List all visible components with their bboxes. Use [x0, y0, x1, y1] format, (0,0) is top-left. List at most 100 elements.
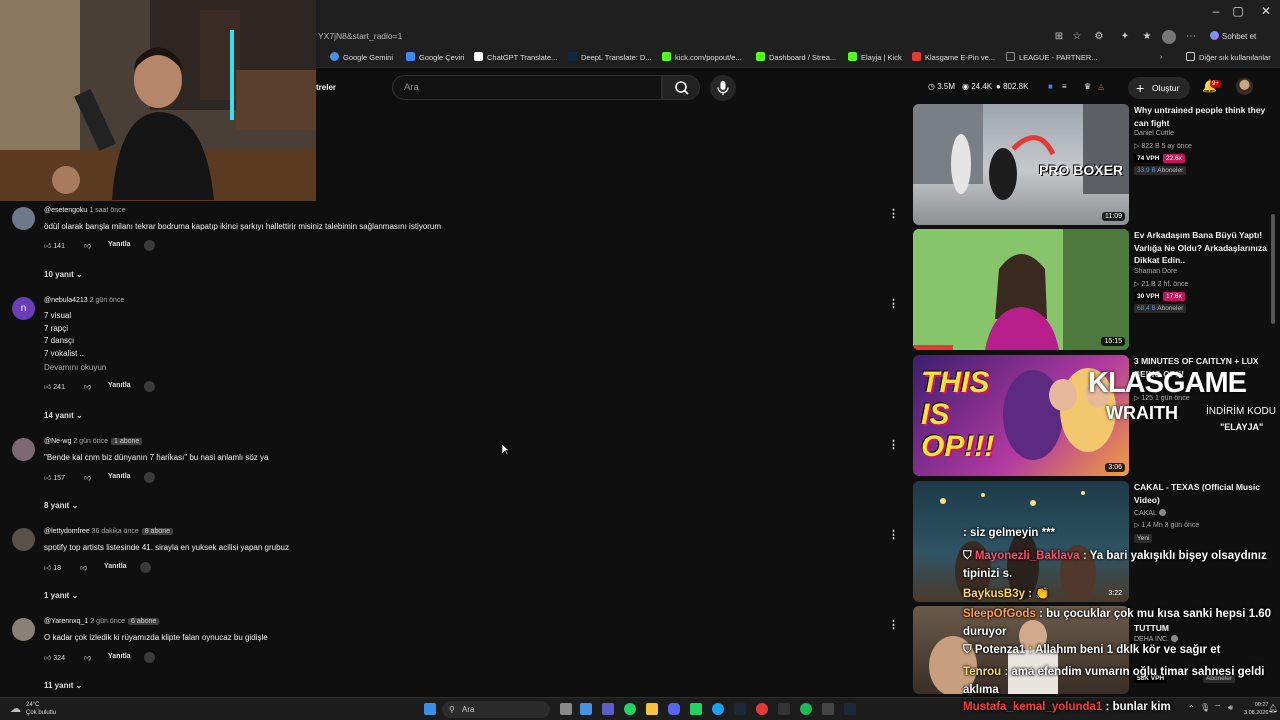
heart-icon[interactable] — [144, 381, 155, 392]
dislike-icon[interactable]: 👎︎ — [84, 473, 91, 482]
chat-button[interactable]: Sohbet et — [1204, 29, 1262, 45]
extension-icon[interactable]: ⚙ — [1092, 30, 1106, 44]
comment-author[interactable]: @Ne-wg — [44, 438, 71, 445]
heart-icon[interactable] — [144, 240, 155, 251]
minimize-icon[interactable]: – — [1206, 4, 1226, 18]
heart-icon[interactable] — [144, 652, 155, 663]
extension-icon[interactable]: ■ — [1048, 82, 1053, 91]
comment-time[interactable]: 2 gün önce — [90, 618, 125, 625]
reply-button[interactable]: Yanıtla — [108, 382, 131, 389]
reply-button[interactable]: Yanıtla — [108, 653, 131, 660]
discord-icon[interactable] — [668, 703, 680, 715]
video-title[interactable]: CAKAL - TEXAS (Official Music Video) — [1134, 481, 1274, 506]
reply-button[interactable]: Yanıtla — [108, 473, 131, 480]
comment-time[interactable]: 36 dakika önce — [92, 528, 139, 535]
other-bookmarks[interactable]: Diğer sık kullanılanlar — [1186, 52, 1271, 62]
mic-icon[interactable]: 🎙︎ — [1200, 703, 1210, 712]
spotify-icon[interactable] — [800, 703, 812, 715]
chevron-up-icon[interactable]: ⌃ — [1188, 704, 1195, 713]
dislike-icon[interactable]: 👎︎ — [84, 382, 91, 391]
voice-search-button[interactable] — [710, 75, 736, 101]
video-thumbnail[interactable]: PRO BOXER 11:09 — [913, 104, 1129, 225]
bookmark-item[interactable]: Google Çeviri — [406, 52, 464, 62]
alert-icon[interactable]: ◬ — [1098, 82, 1104, 91]
comment-time[interactable]: 2 gün önce — [90, 297, 125, 304]
bookmark-item[interactable]: DeepL Translate: D... — [568, 52, 652, 62]
channel-name[interactable]: CAKAL — [1134, 509, 1166, 517]
create-button[interactable]: + Oluştur — [1128, 77, 1190, 99]
more-options-icon[interactable]: ⋮ — [888, 297, 899, 310]
bookmark-item[interactable]: LEAGUE - PARTNER... — [1006, 52, 1098, 62]
app-icon[interactable] — [822, 703, 834, 715]
like-icon[interactable]: 👍︎ — [44, 565, 51, 572]
more-options-icon[interactable]: ⋮ — [888, 528, 899, 541]
list-icon[interactable]: ≡ — [1062, 82, 1067, 91]
notification-icon[interactable]: 🔔︎ — [1268, 704, 1278, 713]
dislike-icon[interactable]: 👎︎ — [84, 653, 91, 662]
reply-button[interactable]: Yanıtla — [108, 241, 131, 248]
like-icon[interactable]: 👍︎ — [44, 655, 51, 662]
account-avatar[interactable] — [1236, 78, 1253, 95]
windows-start-icon[interactable] — [424, 703, 436, 715]
apps-icon[interactable]: ⊞ — [1052, 30, 1066, 44]
bookmark-item[interactable]: Dashboard / Strea... — [756, 52, 836, 62]
menu-icon[interactable]: ⋯ — [1184, 30, 1198, 44]
file-explorer-icon[interactable] — [646, 703, 658, 715]
video-title[interactable]: Ev Arkadaşım Bana Büyü Yaptı! Varlığa Ne… — [1134, 229, 1274, 267]
dislike-icon[interactable]: 👎︎ — [84, 241, 91, 250]
close-icon[interactable]: ✕ — [1256, 4, 1276, 18]
widgets-icon[interactable] — [580, 703, 592, 715]
heart-icon[interactable] — [144, 472, 155, 483]
view-replies-button[interactable]: 14 yanıt ⌄ — [44, 411, 83, 420]
trophy-icon[interactable]: ♛ — [1084, 82, 1091, 91]
volume-icon[interactable]: 🔊︎ — [1228, 703, 1233, 713]
puzzle-icon[interactable]: ✦ — [1118, 30, 1132, 44]
avatar[interactable]: n — [12, 297, 35, 320]
scrollbar-thumb[interactable] — [1271, 214, 1275, 324]
video-title[interactable]: Why untrained people think they can figh… — [1134, 104, 1274, 129]
teams-icon[interactable] — [602, 703, 614, 715]
avatar[interactable] — [12, 528, 35, 551]
app-icon[interactable] — [778, 703, 790, 715]
more-options-icon[interactable]: ⋮ — [888, 207, 899, 220]
avatar[interactable] — [12, 438, 35, 461]
more-options-icon[interactable]: ⋮ — [888, 438, 899, 451]
edge-browser-icon[interactable] — [712, 703, 724, 715]
comment-time[interactable]: 1 saat önce — [89, 207, 125, 214]
channel-name[interactable]: Shaman Dore — [1134, 268, 1177, 275]
comment-author[interactable]: @lettydomfree — [44, 528, 90, 535]
read-more-link[interactable]: Devamını okuyun — [44, 363, 106, 372]
video-thumbnail[interactable]: 3:22 — [913, 481, 1129, 602]
chevron-right-icon[interactable]: › — [1160, 52, 1163, 61]
steam-icon[interactable] — [734, 703, 746, 715]
whatsapp-icon[interactable] — [624, 703, 636, 715]
like-icon[interactable]: 👍︎ — [44, 475, 51, 482]
app-icon[interactable] — [690, 703, 702, 715]
url-text[interactable]: YX7jN8&start_radio=1 — [318, 31, 402, 41]
taskbar-search[interactable]: ⚲ Ara — [442, 701, 550, 718]
bookmark-item[interactable]: Google Gemini — [330, 52, 393, 62]
comment-author[interactable]: @nebula4213 — [44, 297, 88, 304]
comment-author[interactable]: @Yarennxq_1 — [44, 618, 88, 625]
comment-author[interactable]: @esetengoku — [44, 207, 87, 214]
view-replies-button[interactable]: 8 yanıt ⌄ — [44, 501, 78, 510]
reply-button[interactable]: Yanıtla — [104, 563, 127, 570]
avatar[interactable] — [12, 207, 35, 230]
more-options-icon[interactable]: ⋮ — [888, 618, 899, 631]
view-replies-button[interactable]: 1 yanıt ⌄ — [44, 591, 78, 600]
search-button[interactable] — [662, 75, 700, 100]
bookmark-item[interactable]: Klasgame E-Pin ve... — [912, 52, 995, 62]
favorites-icon[interactable]: ★ — [1140, 30, 1154, 44]
task-view-icon[interactable] — [560, 703, 572, 715]
weather-widget[interactable]: 24°C Çok bulutlu — [26, 701, 56, 717]
search-input[interactable]: Ara — [392, 75, 662, 100]
avatar[interactable] — [12, 618, 35, 641]
dislike-icon[interactable]: 👎︎ — [80, 563, 87, 572]
bookmark-item[interactable]: Elayja | Kick — [848, 52, 902, 62]
view-replies-button[interactable]: 10 yanıt ⌄ — [44, 270, 83, 279]
maximize-icon[interactable]: ▢ — [1228, 4, 1248, 18]
bookmark-item[interactable]: kick.com/popout/e... — [662, 52, 742, 62]
comment-time[interactable]: 2 gün önce — [73, 438, 108, 445]
obs-icon[interactable] — [756, 703, 768, 715]
profile-avatar[interactable] — [1162, 30, 1176, 44]
